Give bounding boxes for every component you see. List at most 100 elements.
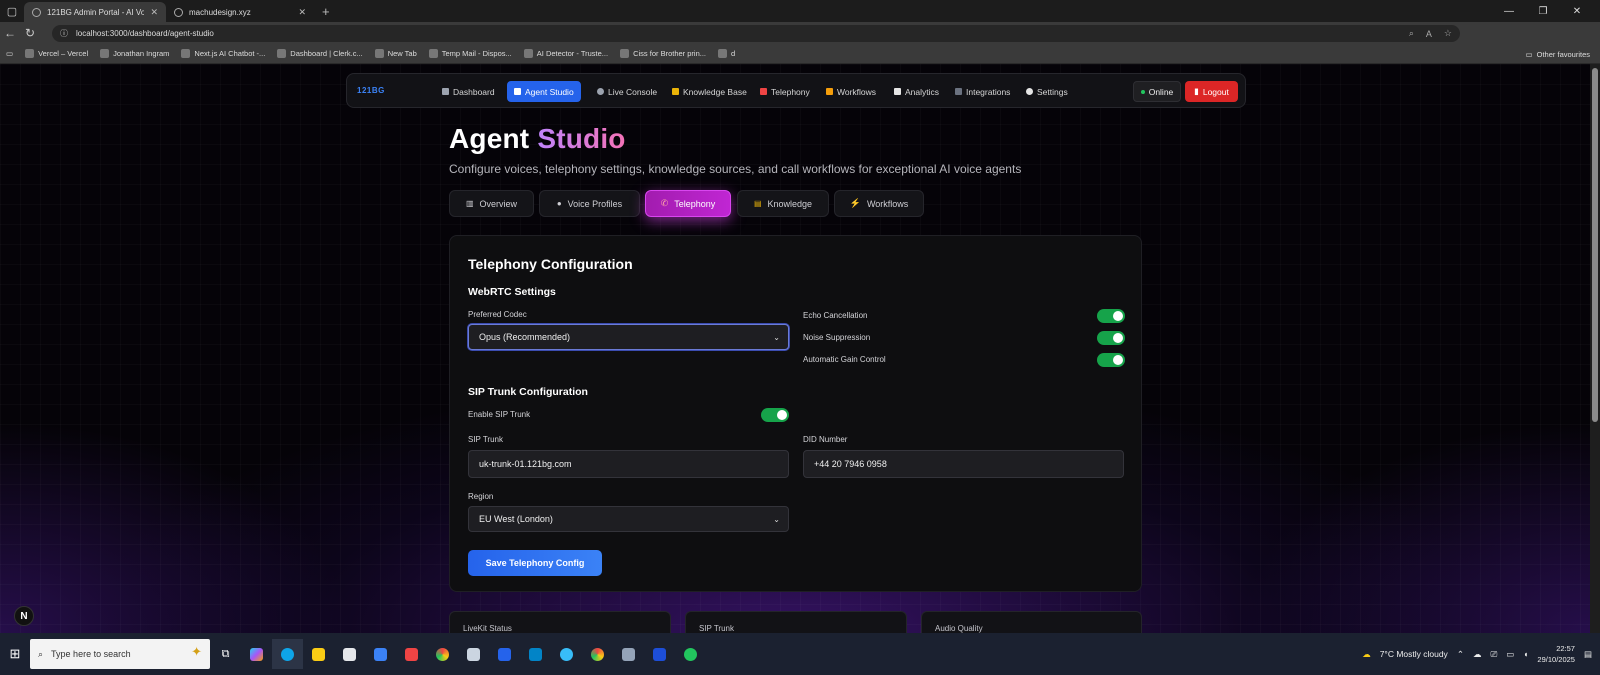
browser-tab-active[interactable]: 121BG Admin Portal - AI Voice A ✕: [24, 2, 166, 22]
weather-text[interactable]: 7°C Mostly cloudy: [1380, 649, 1448, 659]
windows-start-icon[interactable]: ⊞: [0, 646, 30, 662]
nav-item-agent-studio[interactable]: Agent Studio: [507, 81, 581, 102]
youtube-app-icon[interactable]: [396, 639, 427, 669]
bookmark-folder-icon[interactable]: ▭: [6, 49, 13, 58]
tab-workflows[interactable]: ⚡ Workflows: [834, 190, 924, 217]
new-tab-button[interactable]: +: [314, 4, 338, 19]
copilot-app-icon[interactable]: [241, 639, 272, 669]
tab-label: Telephony: [674, 198, 716, 209]
did-number-input[interactable]: +44 20 7946 0958: [803, 450, 1124, 478]
bookmark-label: Jonathan Ingram: [113, 49, 170, 58]
edge-app-icon[interactable]: [272, 639, 303, 669]
sip-trunk-input[interactable]: uk-trunk-01.121bg.com: [468, 450, 789, 478]
bookmark-item[interactable]: Next.js AI Chatbot -...: [181, 49, 265, 58]
restore-window-icon[interactable]: ❐: [1526, 0, 1560, 22]
store-app-icon[interactable]: [334, 639, 365, 669]
audio-quality-card: Audio Quality: [921, 611, 1142, 633]
bookmark-item[interactable]: Ciss for Brother prin...: [620, 49, 706, 58]
sip-section-title: SIP Trunk Configuration: [468, 386, 588, 398]
tab-actions-icon[interactable]: ▢: [0, 0, 24, 22]
link-icon: [955, 88, 962, 95]
tab-voice-profiles[interactable]: ● Voice Profiles: [539, 190, 640, 217]
speaker-icon[interactable]: ◖: [1523, 649, 1528, 659]
tempmail-icon: [428, 49, 438, 58]
read-aloud-icon[interactable]: A: [1426, 29, 1432, 39]
shield-icon: [514, 88, 521, 95]
info-icon[interactable]: ⓘ: [60, 28, 68, 39]
network-icon[interactable]: ▭: [1506, 649, 1514, 660]
nav-item-integrations[interactable]: Integrations: [948, 81, 1017, 102]
powershell-app-icon[interactable]: [489, 639, 520, 669]
nav-item-knowledge-base[interactable]: Knowledge Base: [665, 81, 754, 102]
cloud-sync-icon[interactable]: ☁: [1473, 649, 1482, 660]
tab-telephony[interactable]: ✆ Telephony: [645, 190, 731, 217]
photos-app-icon[interactable]: [644, 639, 675, 669]
tab-knowledge[interactable]: ▤ Knowledge: [737, 190, 829, 217]
bookmark-item[interactable]: AI Detector - Truste...: [523, 49, 608, 58]
nextjs-dev-indicator-icon[interactable]: N: [14, 606, 34, 626]
other-favourites[interactable]: ▭ Other favourites: [1526, 44, 1590, 64]
codec-select[interactable]: Opus (Recommended) ⌄: [468, 324, 789, 350]
close-window-icon[interactable]: ✕: [1560, 0, 1594, 22]
nav-item-settings[interactable]: Settings: [1019, 81, 1075, 102]
task-view-icon[interactable]: ⧉: [210, 639, 241, 669]
chrome-profile-app-icon[interactable]: [582, 639, 613, 669]
scrollbar-thumb[interactable]: [1592, 68, 1598, 422]
bookmark-item[interactable]: Dashboard | Clerk.c...: [277, 49, 363, 58]
tab-title: 121BG Admin Portal - AI Voice A: [47, 7, 145, 17]
vscode-app-icon[interactable]: [520, 639, 551, 669]
search-icon: ⌕: [38, 648, 44, 659]
agc-label: Automatic Gain Control: [803, 355, 886, 364]
bookmark-item[interactable]: Vercel – Vercel: [25, 49, 88, 58]
page-scrollbar[interactable]: [1590, 64, 1600, 633]
nav-item-workflows[interactable]: Workflows: [819, 81, 883, 102]
taskbar-search-box[interactable]: ⌕ Type here to search ✦: [30, 639, 210, 669]
enable-sip-toggle[interactable]: [761, 408, 789, 422]
bookmark-label: d: [731, 49, 736, 58]
echo-cancellation-toggle[interactable]: [1097, 309, 1125, 323]
nav-item-telephony[interactable]: Telephony: [753, 81, 817, 102]
nav-item-analytics[interactable]: Analytics: [887, 81, 946, 102]
nextjs-icon: [181, 49, 191, 58]
phone-icon: ✆: [660, 198, 669, 208]
whatsapp-app-icon[interactable]: [675, 639, 706, 669]
nav-label: Workflows: [837, 86, 877, 97]
region-select[interactable]: EU West (London) ⌄: [468, 506, 789, 532]
cloud-app-icon[interactable]: [458, 639, 489, 669]
bookmark-item[interactable]: Jonathan Ingram: [100, 49, 169, 58]
usb-icon[interactable]: ⎚: [1490, 649, 1497, 660]
mail-app-icon[interactable]: [365, 639, 396, 669]
app-logo[interactable]: 121BG: [357, 86, 385, 95]
minimize-window-icon[interactable]: —: [1492, 0, 1526, 22]
clock[interactable]: 22:57 29/10/2025: [1537, 643, 1575, 665]
browser-tab-inactive[interactable]: machudesign.xyz ✕: [166, 2, 314, 22]
noise-suppression-toggle[interactable]: [1097, 331, 1125, 345]
browser-app-icon[interactable]: [551, 639, 582, 669]
bookmark-item[interactable]: New Tab: [374, 49, 417, 58]
book-icon: [672, 88, 679, 95]
codec-value: Opus (Recommended): [479, 332, 571, 342]
close-tab-icon[interactable]: ✕: [150, 7, 158, 18]
nav-item-live-console[interactable]: Live Console: [590, 81, 664, 102]
app-page: 121BG Dashboard Agent Studio Live Consol…: [0, 64, 1590, 633]
bookmark-item[interactable]: d: [718, 49, 735, 58]
tab-overview[interactable]: ▥ Overview: [449, 190, 534, 217]
agc-toggle[interactable]: [1097, 353, 1125, 367]
url-bar[interactable]: ⓘ localhost:3000/dashboard/agent-studio …: [52, 25, 1460, 42]
bolt-icon: ⚡: [849, 198, 861, 208]
notifications-icon[interactable]: ▤: [1584, 649, 1592, 660]
logout-button[interactable]: ▮ Logout: [1185, 81, 1238, 102]
search-icon[interactable]: ⌕: [1409, 28, 1414, 39]
file-explorer-icon[interactable]: [303, 639, 334, 669]
chevron-up-icon[interactable]: ⌃: [1457, 649, 1464, 660]
weather-icon[interactable]: ☁: [1362, 649, 1371, 660]
favorite-star-icon[interactable]: ☆: [1444, 28, 1452, 39]
notes-app-icon[interactable]: [613, 639, 644, 669]
close-tab-icon[interactable]: ✕: [298, 7, 306, 18]
chrome-app-icon[interactable]: [427, 639, 458, 669]
nav-item-dashboard[interactable]: Dashboard: [435, 81, 502, 102]
refresh-icon[interactable]: ↻: [20, 26, 40, 40]
back-icon[interactable]: ←: [0, 26, 20, 40]
bookmark-item[interactable]: Temp Mail - Dispos...: [428, 49, 512, 58]
save-telephony-config-button[interactable]: Save Telephony Config: [468, 550, 602, 576]
